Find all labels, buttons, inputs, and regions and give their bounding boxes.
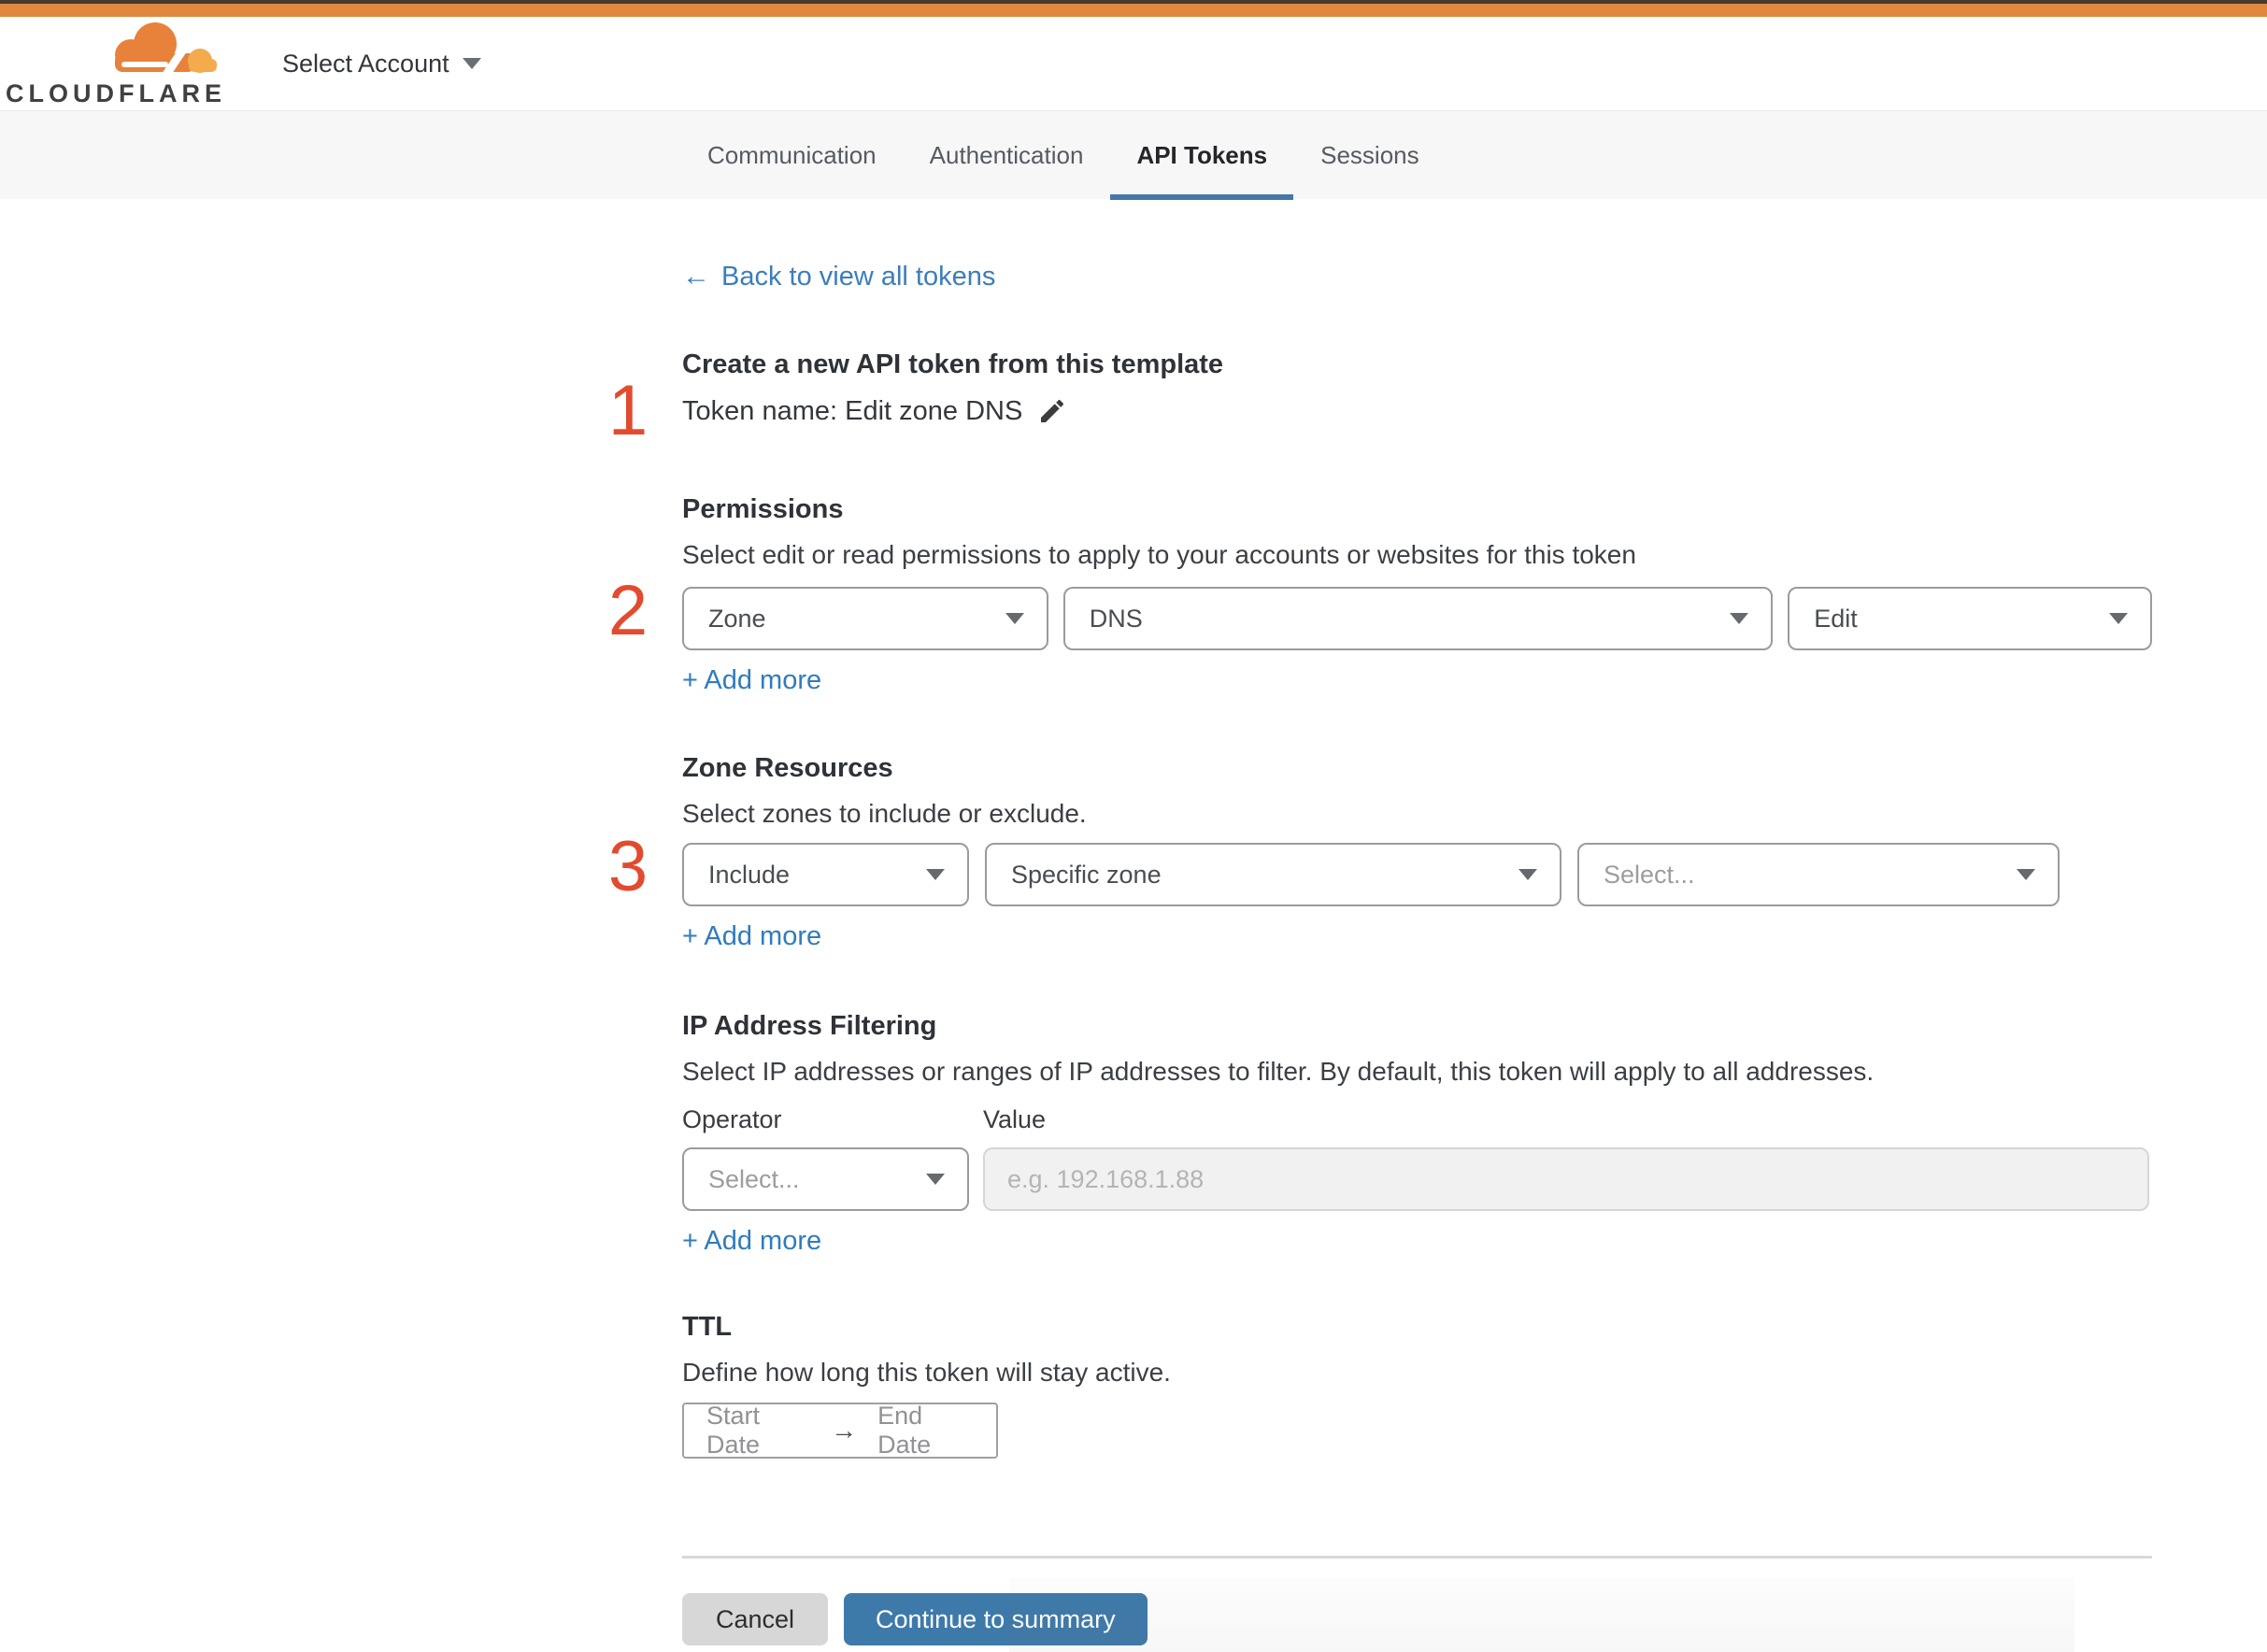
footer-divider xyxy=(682,1556,2152,1559)
arrow-right-icon: → xyxy=(831,1416,858,1445)
zone-resources-heading: Zone Resources xyxy=(682,753,893,783)
profile-tabbar: Communication Authentication API Tokens … xyxy=(0,110,2267,200)
caret-down-icon xyxy=(1005,613,1024,624)
ip-filtering-heading: IP Address Filtering xyxy=(682,1011,937,1041)
value-label: Value xyxy=(983,1105,1047,1133)
zone-include-value: Include xyxy=(708,860,791,889)
chevron-down-icon xyxy=(462,58,481,69)
ip-filtering-add-more-link[interactable]: + Add more xyxy=(682,1226,821,1257)
tab-communication[interactable]: Communication xyxy=(707,111,877,200)
ttl-heading: TTL xyxy=(682,1312,733,1342)
permissions-heading: Permissions xyxy=(682,494,844,524)
caret-down-icon xyxy=(926,869,945,880)
permission-group-select[interactable]: DNS xyxy=(1062,587,1774,650)
tab-authentication[interactable]: Authentication xyxy=(930,111,1084,200)
permissions-description: Select edit or read permissions to apply… xyxy=(682,540,1636,569)
template-heading: Create a new API token from this templat… xyxy=(682,349,1224,379)
caret-down-icon xyxy=(926,1174,945,1185)
zone-resources-description: Select zones to include or exclude. xyxy=(682,799,1087,828)
annotation-step-2: 2 xyxy=(607,571,649,650)
permissions-row: Zone DNS Edit xyxy=(682,587,2152,650)
token-name-row: Token name: Edit zone DNS xyxy=(682,392,2152,430)
zone-resources-section: Zone Resources Select zones to include o… xyxy=(682,752,2152,952)
back-to-tokens-link[interactable]: ← Back to view all tokens xyxy=(682,261,995,292)
account-selector-label: Select Account xyxy=(282,49,449,78)
caret-down-icon xyxy=(1518,869,1537,880)
annotation-step-3: 3 xyxy=(607,827,649,906)
ip-filtering-row: Select... xyxy=(682,1147,2152,1211)
account-selector[interactable]: Select Account xyxy=(282,50,481,78)
back-link-label: Back to view all tokens xyxy=(721,261,996,292)
zone-resources-row: Include Specific zone Select... xyxy=(682,843,2152,906)
token-form: ← Back to view all tokens Create a new A… xyxy=(682,199,2152,1645)
zone-include-select[interactable]: Include xyxy=(682,843,969,906)
arrow-left-icon: ← xyxy=(682,261,710,292)
brand-wordmark: CLOUDFLARE xyxy=(6,78,226,107)
form-footer: Cancel Continue to summary xyxy=(682,1593,2152,1645)
continue-to-summary-button[interactable]: Continue to summary xyxy=(844,1593,1148,1645)
zone-kind-select[interactable]: Specific zone xyxy=(985,843,1561,906)
ttl-date-range-picker[interactable]: Start Date → End Date xyxy=(682,1402,998,1459)
top-accent-bar xyxy=(0,4,2267,17)
zone-picker-select[interactable]: Select... xyxy=(1577,843,2060,906)
operator-value: Select... xyxy=(708,1164,800,1193)
ip-filtering-section: IP Address Filtering Select IP addresses… xyxy=(682,1010,2152,1257)
ip-value-input[interactable] xyxy=(983,1147,2149,1211)
ip-filtering-description: Select IP addresses or ranges of IP addr… xyxy=(682,1057,1875,1086)
edit-pencil-icon[interactable] xyxy=(1037,396,1067,426)
annotation-step-1: 1 xyxy=(607,371,649,450)
tab-sessions[interactable]: Sessions xyxy=(1320,111,1419,200)
caret-down-icon xyxy=(1730,613,1749,624)
start-date-placeholder: Start Date xyxy=(706,1402,761,1459)
permission-access-value: Edit xyxy=(1814,604,1858,633)
operator-label: Operator xyxy=(682,1105,782,1133)
operator-select[interactable]: Select... xyxy=(682,1147,969,1211)
cancel-button[interactable]: Cancel xyxy=(682,1593,829,1645)
token-name-text: Token name: Edit zone DNS xyxy=(682,395,1023,426)
permission-scope-value: Zone xyxy=(708,604,766,633)
ip-filtering-labels: Operator Value xyxy=(682,1105,2152,1134)
permissions-section: Permissions Select edit or read permissi… xyxy=(682,493,2152,696)
zone-kind-value: Specific zone xyxy=(1011,860,1162,889)
ttl-description: Define how long this token will stay act… xyxy=(682,1358,1171,1387)
tab-api-tokens[interactable]: API Tokens xyxy=(1110,111,1293,200)
permission-scope-select[interactable]: Zone xyxy=(682,587,1048,650)
zone-resources-add-more-link[interactable]: + Add more xyxy=(682,921,821,952)
caret-down-icon xyxy=(2017,869,2035,880)
app-header: CLOUDFLARE Select Account xyxy=(0,17,2267,110)
template-section: Create a new API token from this templat… xyxy=(682,349,2152,430)
end-date-placeholder: End Date xyxy=(877,1402,932,1459)
permissions-add-more-link[interactable]: + Add more xyxy=(682,665,821,696)
cloudflare-logo: CLOUDFLARE xyxy=(6,20,226,108)
caret-down-icon xyxy=(2108,613,2128,624)
zone-picker-value: Select... xyxy=(1604,860,1695,889)
ttl-section: TTL Define how long this token will stay… xyxy=(682,1311,2152,1459)
permission-group-value: DNS xyxy=(1089,604,1143,633)
permission-access-select[interactable]: Edit xyxy=(1788,587,2152,650)
cloudflare-cloud-icon xyxy=(115,21,217,78)
